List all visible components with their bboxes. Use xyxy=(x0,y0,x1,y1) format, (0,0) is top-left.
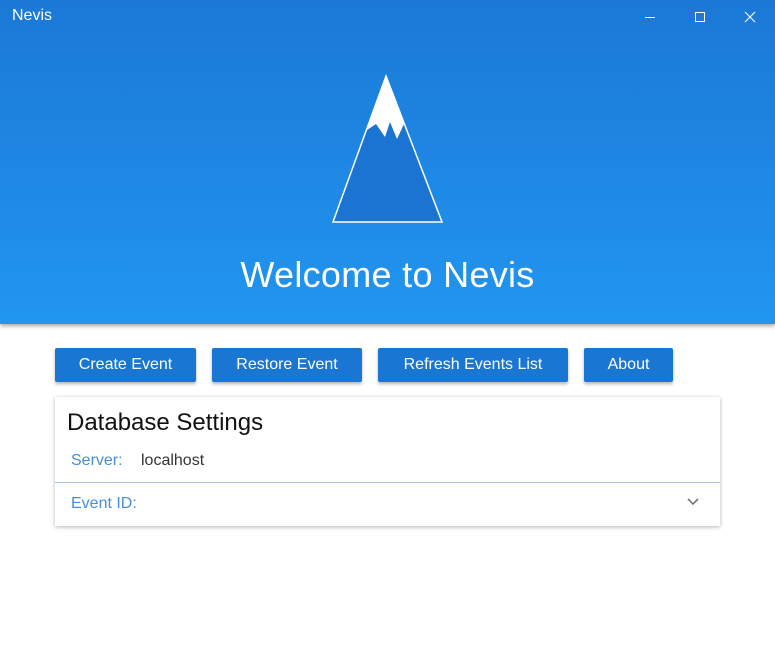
window-title: Nevis xyxy=(12,7,53,24)
event-id-dropdown[interactable]: Event ID: xyxy=(55,483,720,526)
server-value: localhost xyxy=(141,452,205,469)
close-icon xyxy=(744,11,756,23)
close-button[interactable] xyxy=(727,0,773,34)
restore-event-button[interactable]: Restore Event xyxy=(212,348,362,382)
refresh-events-list-button[interactable]: Refresh Events List xyxy=(378,348,568,382)
minimize-icon xyxy=(645,17,655,18)
maximize-button[interactable] xyxy=(677,0,723,34)
event-id-label: Event ID: xyxy=(71,495,137,512)
database-settings-card: Database Settings Server: localhost Even… xyxy=(55,397,720,526)
minimize-button[interactable] xyxy=(627,0,673,34)
database-settings-title: Database Settings xyxy=(67,409,264,436)
chevron-down-icon xyxy=(687,498,699,506)
about-button[interactable]: About xyxy=(584,348,673,382)
header-banner: Nevis Welcome to Nevis xyxy=(0,0,775,324)
maximize-icon xyxy=(695,12,705,22)
mountain-icon xyxy=(331,74,444,223)
welcome-heading: Welcome to Nevis xyxy=(240,254,535,295)
create-event-button[interactable]: Create Event xyxy=(55,348,196,382)
server-label: Server: xyxy=(71,452,123,469)
